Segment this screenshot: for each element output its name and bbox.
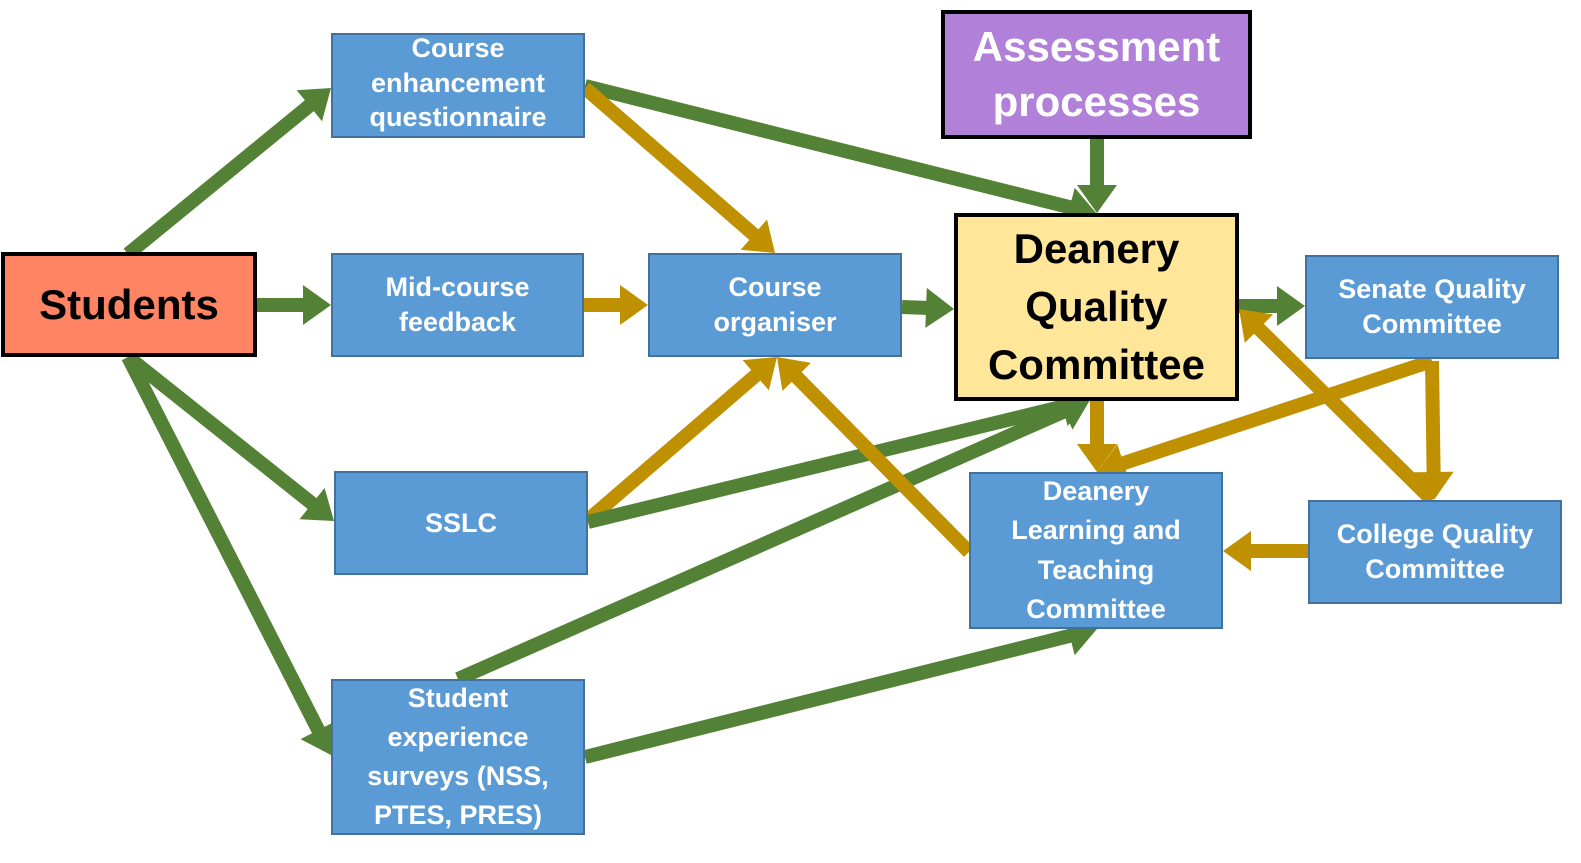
node-student-experience-surveys: Student experience surveys (NSS, PTES, P… xyxy=(331,679,585,835)
node-senate-quality-committee: Senate Quality Committee xyxy=(1305,255,1559,359)
node-label: Course enhancement questionnaire xyxy=(369,33,547,133)
node-mid-course-feedback: Mid-course feedback xyxy=(331,253,584,357)
arrow-students-to-ceq xyxy=(123,88,331,260)
node-label: Deanery Quality Committee xyxy=(987,225,1206,388)
node-sslc: SSLC xyxy=(334,471,588,575)
arrow-co-to-dqc xyxy=(901,287,954,328)
node-course-organiser: Course organiser xyxy=(648,253,902,357)
flow-arrows-layer xyxy=(121,79,1454,764)
node-label: Student experience surveys (NSS, PTES, P… xyxy=(367,682,549,831)
arrow-students-to-mcf xyxy=(257,285,331,325)
node-label: College Quality Committee xyxy=(1336,519,1534,584)
node-label: Mid-course feedback xyxy=(385,272,530,337)
node-label: Course organiser xyxy=(713,272,837,337)
node-deanery-quality-committee: Deanery Quality Committee xyxy=(954,213,1239,401)
arrow-cqc-to-dltc xyxy=(1223,531,1308,571)
node-assessment-processes: Assessment processes xyxy=(941,10,1252,139)
arrow-ses-to-dltc xyxy=(583,616,1097,764)
node-label: Deanery Learning and Teaching Committee xyxy=(1011,476,1181,624)
node-course-enhancement-questionnaire: Course enhancement questionnaire xyxy=(331,33,585,138)
node-label: Senate Quality Committee xyxy=(1338,274,1526,339)
node-college-quality-committee: College Quality Committee xyxy=(1308,500,1562,604)
node-label: Students xyxy=(39,280,219,328)
node-label: SSLC xyxy=(424,507,497,538)
node-label: Assessment processes xyxy=(972,22,1221,125)
arrow-mcf-to-co xyxy=(584,285,648,325)
node-deanery-learning-teaching-committee: Deanery Learning and Teaching Committee xyxy=(969,472,1223,629)
arrow-students-to-sslc xyxy=(123,351,334,521)
node-students: Students xyxy=(1,252,257,357)
arrow-students-to-ses xyxy=(121,353,337,755)
